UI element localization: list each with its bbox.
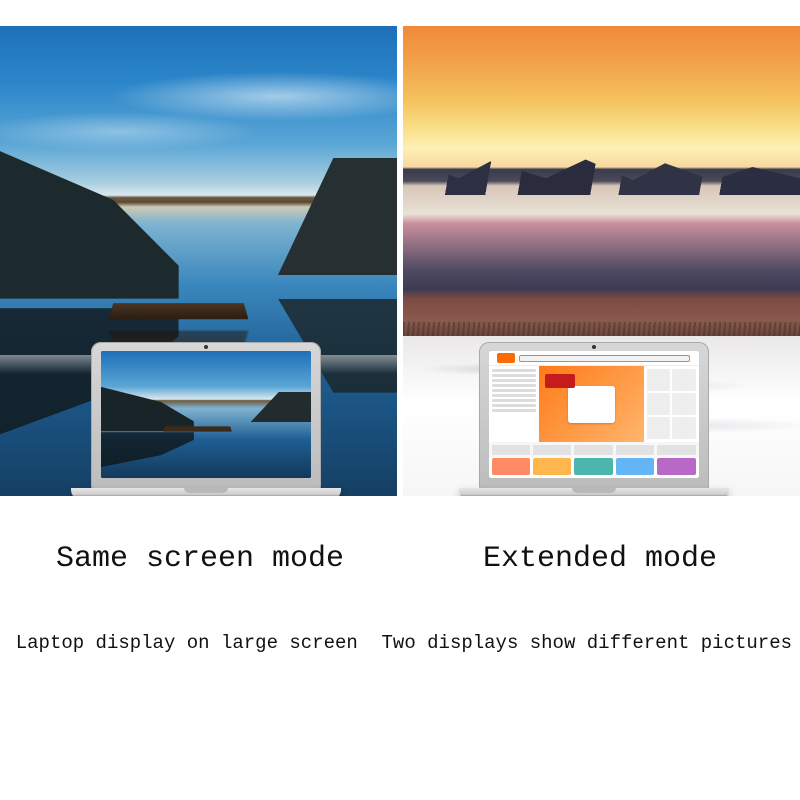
laptop-camera-icon — [592, 345, 596, 349]
mini-site-topbar — [489, 351, 699, 366]
laptop-screen — [489, 351, 699, 478]
laptop-right — [479, 342, 709, 496]
desc-same-screen: Laptop display on large screen — [0, 632, 374, 654]
title-same-screen: Same screen mode — [0, 542, 400, 576]
image-row — [0, 26, 800, 496]
marsh-grass — [403, 322, 800, 336]
mini-site-body — [489, 366, 699, 442]
titles-row: Same screen mode Extended mode — [0, 542, 800, 576]
mini-site-hero-banner — [539, 366, 644, 442]
lake-jetty — [109, 303, 249, 319]
mini-jetty — [164, 426, 233, 431]
laptop-left — [91, 342, 321, 496]
mini-site-right-grid — [644, 366, 699, 442]
mini-website — [489, 351, 699, 478]
mini-site-searchbar — [519, 355, 690, 362]
mini-site-logo-icon — [497, 353, 515, 363]
descriptions-row: Laptop display on large screen Two displ… — [0, 632, 800, 654]
title-extended: Extended mode — [400, 542, 800, 576]
laptop-lid — [479, 342, 709, 490]
laptop-base — [459, 488, 729, 496]
mini-site-strip — [489, 442, 699, 457]
laptop-screen — [101, 351, 311, 478]
panel-same-screen — [0, 26, 397, 496]
desc-extended: Two displays show different pictures — [374, 632, 800, 654]
mini-site-sidebar — [489, 366, 539, 442]
mini-site-cards — [489, 458, 699, 478]
panel-extended — [403, 26, 800, 496]
laptop-trackpad-notch — [572, 488, 616, 493]
comparison-graphic: Same screen mode Extended mode Laptop di… — [0, 0, 800, 800]
laptop-camera-icon — [204, 345, 208, 349]
laptop-lid — [91, 342, 321, 490]
laptop-base — [71, 488, 341, 496]
mini-site-hero-card — [568, 386, 614, 423]
laptop-trackpad-notch — [184, 488, 228, 493]
